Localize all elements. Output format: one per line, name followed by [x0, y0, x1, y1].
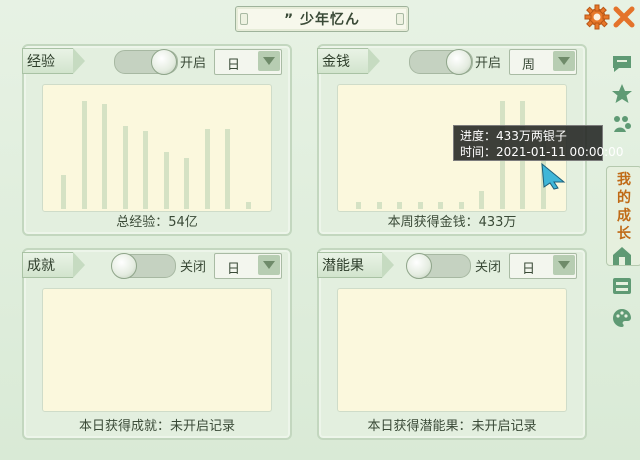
- panel-caption: 本日获得潜能果：未开启记录: [367, 419, 537, 434]
- period-value: 日: [227, 58, 241, 73]
- chart-bar[interactable]: [163, 152, 169, 209]
- toggle-state-label: 开启: [180, 56, 207, 71]
- achievement-chart: [42, 288, 272, 412]
- record-toggle[interactable]: [111, 253, 176, 279]
- chart-bar[interactable]: [376, 202, 382, 209]
- chart-bar[interactable]: [356, 202, 361, 209]
- period-select[interactable]: 日: [214, 253, 282, 279]
- potential-fruit-panel: 潜能果 关闭 日 本日获得潜能果：未开启记录: [317, 248, 587, 440]
- achievement-panel: 成就 关闭 日 本日获得成就：未开启记录: [22, 248, 292, 440]
- period-value: 日: [522, 262, 536, 277]
- growth-label-char: 成: [617, 208, 631, 224]
- window-title: ” 少年忆ん: [235, 6, 409, 32]
- growth-window: ” 少年忆ん 经验 开启 日 总经验：54亿 金钱 开启 周 本周获得金钱：43…: [0, 0, 640, 460]
- exp-chart: [42, 84, 272, 212]
- palette-icon[interactable]: [610, 306, 634, 330]
- chart-bar[interactable]: [184, 158, 189, 209]
- house-icon[interactable]: [610, 244, 634, 268]
- chart-bar[interactable]: [102, 104, 107, 209]
- toggle-knob: [446, 49, 472, 75]
- side-nav: 我 的 成 长: [604, 44, 640, 344]
- period-select[interactable]: 周: [509, 49, 577, 75]
- message-icon[interactable]: [610, 52, 634, 76]
- period-select[interactable]: 日: [214, 49, 282, 75]
- panel-tag: 金钱: [317, 48, 380, 74]
- star-icon[interactable]: [610, 82, 634, 106]
- toggle-state-label: 开启: [475, 56, 502, 71]
- toggle-knob: [111, 253, 137, 279]
- chart-bar[interactable]: [458, 202, 464, 209]
- chart-bar[interactable]: [61, 175, 66, 209]
- toggle-knob: [406, 253, 432, 279]
- panel-caption: 本周获得金钱：433万: [387, 215, 517, 230]
- growth-label-char: 我: [617, 172, 631, 188]
- chart-bar[interactable]: [225, 129, 230, 209]
- chart-bar[interactable]: [479, 191, 484, 209]
- toggle-state-label: 关闭: [475, 260, 502, 275]
- chevron-down-icon[interactable]: [553, 255, 575, 275]
- period-value: 周: [522, 58, 536, 73]
- potential-fruit-chart: [337, 288, 567, 412]
- chart-bar[interactable]: [397, 202, 402, 209]
- growth-label-char: 长: [617, 226, 631, 242]
- chart-bar[interactable]: [81, 101, 87, 209]
- cursor-gem-icon: [541, 162, 566, 190]
- panel-caption: 本日获得成就：未开启记录: [78, 419, 235, 434]
- panel-tag: 潜能果: [317, 252, 394, 278]
- tooltip-time: 时间：2021-01-11 00:00:00: [460, 145, 624, 159]
- toggle-state-label: 关闭: [180, 260, 207, 275]
- chevron-down-icon[interactable]: [258, 51, 280, 71]
- chevron-down-icon[interactable]: [553, 51, 575, 71]
- period-value: 日: [227, 262, 241, 277]
- tooltip-progress: 进度：433万两银子: [460, 129, 567, 143]
- toggle-knob: [151, 49, 177, 75]
- chart-tooltip: 进度：433万两银子 时间：2021-01-11 00:00:00: [453, 125, 624, 161]
- period-select[interactable]: 日: [509, 253, 577, 279]
- close-icon[interactable]: [611, 4, 637, 30]
- gear-icon[interactable]: [584, 4, 610, 30]
- panel-tag: 成就: [22, 252, 85, 278]
- chart-bar[interactable]: [417, 202, 423, 209]
- record-toggle[interactable]: [406, 253, 471, 279]
- chevron-down-icon[interactable]: [258, 255, 280, 275]
- growth-label-char: 的: [617, 190, 631, 206]
- chart-bar[interactable]: [245, 202, 251, 209]
- cabinet-icon[interactable]: [610, 274, 634, 298]
- panel-tag: 经验: [22, 48, 85, 74]
- pawprint-icon[interactable]: [610, 112, 634, 136]
- chart-bar[interactable]: [204, 129, 210, 209]
- chart-bar[interactable]: [438, 202, 443, 209]
- panel-caption: 总经验：54亿: [116, 215, 198, 230]
- record-toggle[interactable]: [114, 49, 178, 75]
- chart-bar[interactable]: [143, 131, 148, 209]
- exp-panel: 经验 开启 日 总经验：54亿: [22, 44, 292, 236]
- chart-bar[interactable]: [122, 126, 128, 209]
- record-toggle[interactable]: [409, 49, 473, 75]
